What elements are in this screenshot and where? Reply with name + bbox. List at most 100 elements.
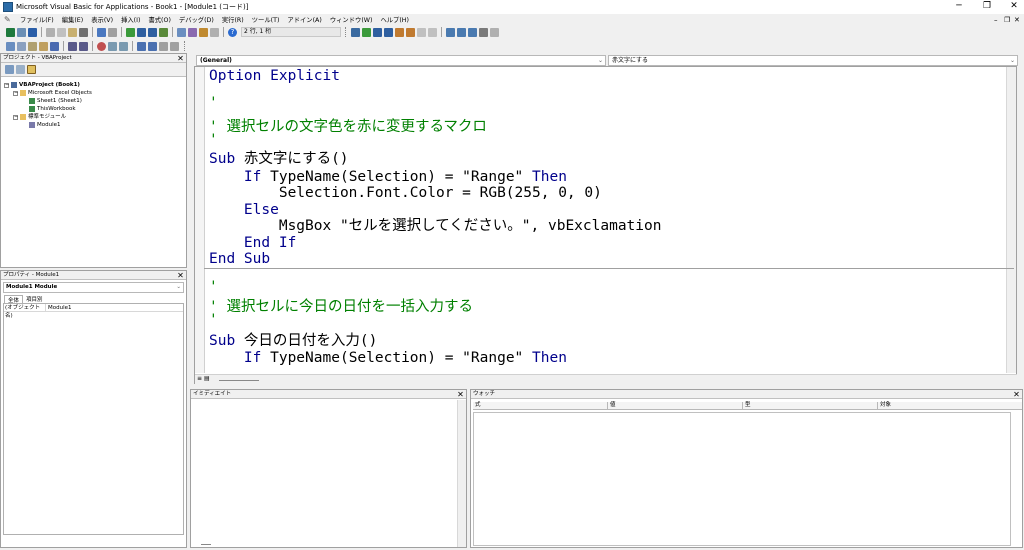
quick-info-icon[interactable]	[28, 41, 37, 51]
complete-word-icon[interactable]	[50, 41, 59, 51]
menu-addins[interactable]: アドイン(A)	[283, 15, 325, 24]
menu-insert[interactable]: 挿入(I)	[117, 15, 144, 24]
tree-item-vbaproject[interactable]: − VBAProject (Book1)	[4, 81, 80, 89]
continue-icon[interactable]	[362, 27, 371, 37]
code-margin[interactable]	[195, 67, 205, 373]
call-stack-icon[interactable]	[479, 27, 488, 37]
properties-window-icon[interactable]	[188, 27, 197, 37]
paste-icon[interactable]	[68, 27, 77, 37]
comment-block-icon[interactable]	[108, 41, 117, 51]
save-icon[interactable]	[28, 27, 37, 37]
view-code-icon[interactable]	[5, 65, 14, 74]
mdi-minimize-icon[interactable]: –	[994, 16, 998, 24]
toggle-bookmark-icon[interactable]	[137, 41, 146, 51]
breakpoint-icon[interactable]	[97, 41, 106, 51]
menu-debug[interactable]: デバッグ(D)	[175, 15, 218, 24]
design-mode-icon[interactable]	[159, 27, 168, 37]
sheet-icon	[29, 98, 35, 104]
code-line-11: End Sub	[209, 251, 271, 267]
list-constants-icon[interactable]	[17, 41, 26, 51]
watch-col-type[interactable]: 型	[743, 402, 878, 409]
step-out-icon[interactable]	[417, 27, 426, 37]
code-line-12: '	[209, 279, 218, 295]
tree-item-excel-objects[interactable]: − Microsoft Excel Objects	[13, 89, 92, 97]
code-vertical-scrollbar[interactable]	[1006, 67, 1016, 373]
tree-item-thisworkbook[interactable]: ThisWorkbook	[29, 105, 76, 113]
step-over-icon[interactable]	[406, 27, 415, 37]
module-system-icon[interactable]: ✎	[4, 15, 14, 24]
tree-item-module1[interactable]: Module1	[29, 121, 61, 129]
menu-help[interactable]: ヘルプ(H)	[376, 15, 413, 24]
copy-icon[interactable]	[57, 27, 66, 37]
watch-list[interactable]	[473, 412, 1011, 546]
horizontal-scrollbar[interactable]	[219, 380, 259, 381]
list-properties-icon[interactable]	[6, 41, 15, 51]
watch-col-target[interactable]: 対象	[878, 402, 1013, 409]
tab-all[interactable]: 全体	[4, 295, 24, 304]
restore-button[interactable]: ❐	[978, 0, 996, 13]
menu-tools[interactable]: ツール(T)	[248, 15, 284, 24]
menu-format[interactable]: 書式(O)	[144, 15, 174, 24]
immediate-input[interactable]	[191, 400, 457, 535]
menu-edit[interactable]: 編集(E)	[58, 15, 88, 24]
help-icon[interactable]: ?	[228, 27, 237, 37]
undo-icon[interactable]	[97, 27, 106, 37]
indent-icon[interactable]	[68, 41, 77, 51]
tree-item-modules[interactable]: − 標準モジュール	[13, 113, 66, 121]
excel-view-icon[interactable]	[6, 27, 15, 37]
immediate-scrollbar[interactable]	[457, 400, 466, 547]
menu-window[interactable]: ウィンドウ(W)	[326, 15, 377, 24]
run-icon[interactable]	[126, 27, 135, 37]
mdi-restore-icon[interactable]: ❐	[1004, 16, 1010, 24]
mdi-close-icon[interactable]: ✕	[1014, 16, 1020, 24]
properties-close-icon[interactable]: ✕	[176, 271, 185, 280]
procedure-view-icon[interactable]: ≡	[197, 375, 202, 382]
close-button[interactable]: ✕	[1005, 0, 1023, 13]
cut-icon[interactable]	[46, 27, 55, 37]
clear-bookmarks-icon[interactable]	[170, 41, 179, 51]
project-explorer-icon[interactable]	[177, 27, 186, 37]
find-icon[interactable]	[79, 27, 88, 37]
reset-icon[interactable]	[148, 27, 157, 37]
insert-module-icon[interactable]	[17, 27, 26, 37]
property-value[interactable]: Module1	[46, 304, 72, 311]
watch-window-icon[interactable]	[468, 27, 477, 37]
project-close-icon[interactable]: ✕	[176, 54, 185, 63]
object-selector[interactable]: Module1 Module ⌄	[3, 282, 184, 293]
redo-icon[interactable]	[108, 27, 117, 37]
full-module-view-icon[interactable]: ▤	[204, 375, 210, 382]
view-object-icon[interactable]	[16, 65, 25, 74]
immediate-window-icon[interactable]	[457, 27, 466, 37]
outdent-icon[interactable]	[79, 41, 88, 51]
tab-category[interactable]: 項目別	[23, 295, 46, 303]
menu-view[interactable]: 表示(V)	[87, 15, 117, 24]
object-browser-icon[interactable]	[199, 27, 208, 37]
quick-watch-icon[interactable]	[428, 27, 437, 37]
previous-bookmark-icon[interactable]	[159, 41, 168, 51]
property-row[interactable]: (オブジェクト名) Module1	[4, 304, 183, 319]
immediate-close-icon[interactable]: ✕	[456, 390, 465, 399]
debug-break-icon[interactable]	[373, 27, 382, 37]
debug-more-icon[interactable]	[490, 27, 499, 37]
toolbox-icon[interactable]	[210, 27, 219, 37]
watch-close-icon[interactable]: ✕	[1012, 390, 1021, 399]
immediate-hscroll[interactable]	[201, 544, 211, 545]
uncomment-block-icon[interactable]	[119, 41, 128, 51]
break-icon[interactable]	[137, 27, 146, 37]
watch-col-expression[interactable]: 式	[473, 402, 608, 409]
object-combo[interactable]: (General) ⌄	[196, 55, 606, 66]
debug-reset-icon[interactable]	[384, 27, 393, 37]
minimize-button[interactable]: ─	[950, 0, 968, 13]
procedure-combo[interactable]: 赤文字にする ⌄	[608, 55, 1018, 66]
menu-run[interactable]: 実行(R)	[218, 15, 248, 24]
toggle-breakpoint-icon[interactable]	[351, 27, 360, 37]
step-into-icon[interactable]	[395, 27, 404, 37]
next-bookmark-icon[interactable]	[148, 41, 157, 51]
tree-item-sheet1[interactable]: Sheet1 (Sheet1)	[29, 97, 82, 105]
locals-window-icon[interactable]	[446, 27, 455, 37]
toggle-folders-icon[interactable]	[27, 65, 36, 74]
menu-file[interactable]: ファイル(F)	[16, 15, 58, 24]
watch-col-value[interactable]: 値	[608, 402, 743, 409]
code-keyword: Sub	[209, 151, 236, 167]
parameter-info-icon[interactable]	[39, 41, 48, 51]
